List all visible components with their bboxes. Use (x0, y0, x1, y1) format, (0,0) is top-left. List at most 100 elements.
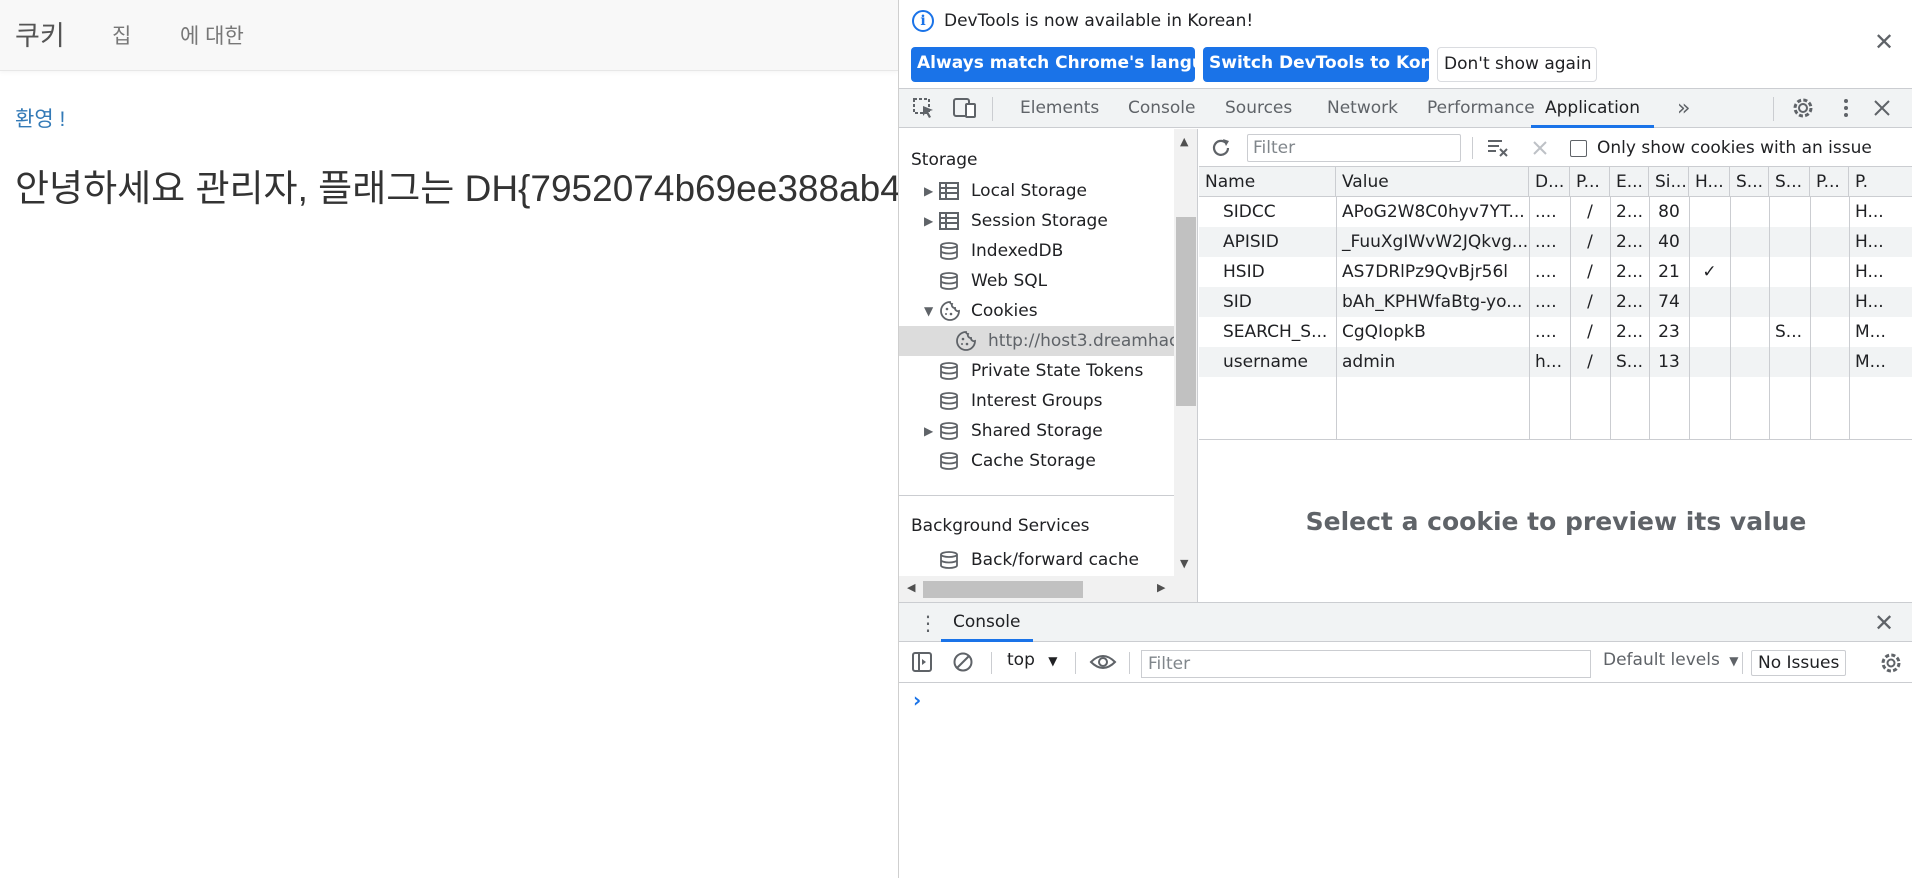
tab-performance[interactable]: Performance (1427, 89, 1535, 128)
expand-arrow-icon[interactable]: ▶ (924, 176, 933, 206)
more-options-icon[interactable] (1833, 96, 1859, 120)
cell-partition-key (1810, 317, 1849, 347)
sidebar-item-local-storage[interactable]: ▶ Local Storage (899, 176, 1174, 206)
cookie-table-row[interactable]: HSID AS7DRlPz9QvBjr56l.... / 2... 21 ✓ H... (1199, 257, 1912, 287)
info-icon: i (912, 10, 934, 32)
sidebar-item-indexeddb[interactable]: IndexedDB (899, 236, 1174, 266)
more-tabs-icon[interactable]: » (1677, 89, 1690, 128)
cookie-table-row[interactable]: SID bAh_KPHWfaBtg-yo....... / 2... 74 H... (1199, 287, 1912, 317)
cookies-panel: Filter Only show cookies with an issue N… (1199, 129, 1912, 602)
cell-secure (1730, 317, 1769, 347)
sidebar-hscroll-thumb[interactable] (923, 581, 1083, 598)
tabbar-divider (992, 97, 993, 121)
column-header-secure[interactable]: S... (1730, 167, 1769, 197)
sidebar-item-cookies[interactable]: ▼ Cookies (899, 296, 1174, 326)
clear-all-icon[interactable] (1486, 137, 1510, 159)
sidebar-item-label: Local Storage (971, 181, 1087, 201)
cookie-table-row[interactable]: APISID _FuuXgIWvW2JQkvg....... / 2... 40 H... (1199, 227, 1912, 257)
drawer-tab-console[interactable]: Console (941, 603, 1033, 642)
tab-console[interactable]: Console (1128, 89, 1196, 128)
dont-show-again-button[interactable]: Don't show again (1437, 47, 1597, 82)
nav-about-link[interactable]: 에 대한 (180, 20, 244, 50)
close-drawer-icon[interactable]: ✕ (1874, 609, 1894, 637)
close-devtools-icon[interactable] (1869, 96, 1895, 120)
cell-domain: .... (1535, 202, 1557, 222)
sidebar-item-shared-storage[interactable]: ▶ Shared Storage (899, 416, 1174, 446)
sidebar-item-back-forward-cache[interactable]: Back/forward cache (899, 545, 1174, 575)
sidebar-item-session-storage[interactable]: ▶ Session Storage (899, 206, 1174, 236)
tab-elements[interactable]: Elements (1020, 89, 1099, 128)
table-icon (939, 212, 959, 230)
column-header-size[interactable]: Si... (1649, 167, 1689, 197)
sidebar-item-label: Private State Tokens (971, 361, 1144, 381)
clear-console-icon[interactable] (952, 651, 974, 673)
sidebar-scroll-thumb[interactable] (1176, 217, 1196, 406)
expand-arrow-icon[interactable]: ▶ (924, 416, 933, 446)
expand-arrow-icon[interactable]: ▶ (924, 206, 933, 236)
column-divider (1570, 197, 1571, 439)
nav-home-link[interactable]: 집 (112, 20, 131, 50)
cell-size: 23 (1658, 322, 1680, 342)
cell-domain: h... (1535, 352, 1562, 372)
cell-size: 40 (1658, 232, 1680, 252)
collapse-arrow-icon[interactable]: ▼ (924, 296, 933, 326)
cell-value: bAh_KPHWfaBtg-yo... (1342, 292, 1523, 312)
scroll-left-arrow-icon[interactable]: ◀ (907, 581, 915, 594)
log-levels-dropdown[interactable]: Default levels ▼ (1603, 650, 1738, 670)
settings-gear-icon[interactable] (1790, 96, 1816, 120)
console-settings-gear-icon[interactable] (1879, 652, 1903, 674)
column-header-partition-key[interactable]: P... (1810, 167, 1849, 197)
sidebar-item-cache-storage[interactable]: Cache Storage (899, 446, 1174, 476)
cell-httponly: ✓ (1702, 262, 1717, 282)
cookie-table-row[interactable]: SEARCH_S... CgQIopkB.... / 2... 23 S... M... (1199, 317, 1912, 347)
cookie-filter-input[interactable]: Filter (1247, 134, 1461, 162)
sidebar-item-interest-groups[interactable]: Interest Groups (899, 386, 1174, 416)
database-icon (940, 272, 958, 290)
tab-sources[interactable]: Sources (1225, 89, 1292, 128)
sidebar-toggle-icon[interactable] (911, 651, 933, 673)
cell-size: 21 (1658, 262, 1680, 282)
sidebar-item-cookie-origin[interactable]: http://host3.dreamhack.games (899, 326, 1174, 356)
cell-priority: H... (1855, 202, 1884, 222)
column-header-path[interactable]: P... (1570, 167, 1610, 197)
issues-button[interactable]: No Issues (1751, 650, 1847, 676)
sidebar-item-label: Shared Storage (971, 421, 1103, 441)
tabbar-divider (1773, 97, 1774, 121)
scroll-up-arrow-icon[interactable]: ▲ (1180, 135, 1188, 148)
device-toolbar-icon[interactable] (952, 96, 978, 120)
console-filter-input[interactable]: Filter (1141, 650, 1591, 678)
live-expression-eye-icon[interactable] (1089, 652, 1117, 672)
refresh-icon[interactable] (1209, 136, 1233, 160)
column-header-expires[interactable]: E... (1610, 167, 1649, 197)
scroll-right-arrow-icon[interactable]: ▶ (1157, 581, 1165, 594)
drawer-menu-icon[interactable]: ⋮ (918, 611, 938, 635)
only-issues-checkbox[interactable] (1570, 140, 1587, 157)
scroll-down-arrow-icon[interactable]: ▼ (1180, 557, 1188, 570)
always-match-language-button[interactable]: Always match Chrome's language (911, 47, 1239, 82)
cookies-table-header: Name Value D... P... E... Si... H... S..… (1199, 167, 1912, 197)
web-page: 쿠키 집 에 대한 환영 ! 안녕하세요 관리자, 플래그는 DH{795207… (0, 0, 898, 878)
cookie-table-row[interactable]: username admin h... / S... 13 M... (1199, 347, 1912, 377)
brand-link[interactable]: 쿠키 (15, 14, 65, 53)
column-divider (1810, 197, 1811, 439)
close-icon[interactable]: ✕ (1874, 28, 1894, 56)
column-header-value[interactable]: Value (1336, 167, 1529, 197)
column-header-samesite[interactable]: S... (1769, 167, 1810, 197)
column-header-domain[interactable]: D... (1529, 167, 1570, 197)
console-prompt-icon[interactable]: › (913, 688, 921, 712)
context-selector[interactable]: top ▼ (1007, 650, 1058, 670)
tab-application[interactable]: Application (1531, 89, 1654, 128)
tab-network[interactable]: Network (1327, 89, 1398, 128)
sidebar-item-private-state-tokens[interactable]: Private State Tokens (899, 356, 1174, 386)
cell-value: AS7DRlPz9QvBjr56l (1342, 262, 1509, 282)
cell-secure (1730, 197, 1769, 227)
column-header-name[interactable]: Name (1199, 167, 1336, 197)
cookie-table-row[interactable]: SIDCC APoG2W8C0hyv7YT....... / 2... 80 H... (1199, 197, 1912, 227)
delete-selected-icon[interactable] (1531, 139, 1549, 157)
sidebar-item-web-sql[interactable]: Web SQL (899, 266, 1174, 296)
switch-to-korean-button[interactable]: Switch DevTools to Korean (1203, 47, 1464, 82)
cookies-table: Name Value D... P... E... Si... H... S..… (1199, 167, 1912, 440)
column-header-priority[interactable]: P. (1849, 167, 1912, 197)
inspect-element-icon[interactable] (911, 96, 937, 120)
column-header-httponly[interactable]: H... (1689, 167, 1730, 197)
